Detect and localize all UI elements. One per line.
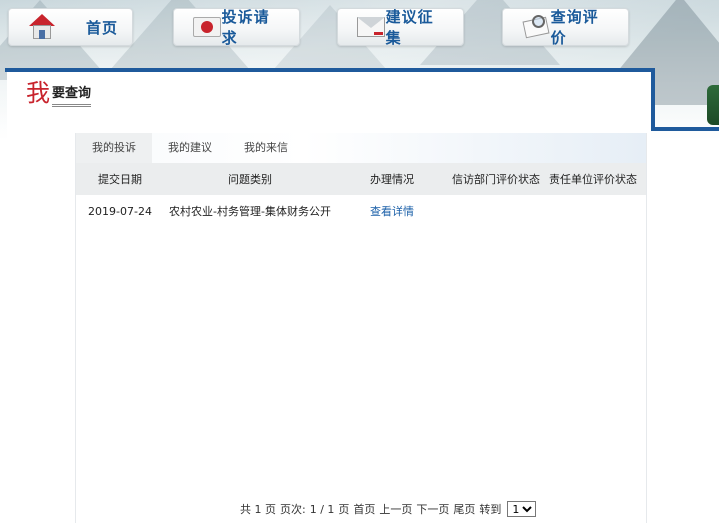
- home-icon: [27, 13, 57, 41]
- query-document-icon: [521, 13, 551, 41]
- pager-first-link[interactable]: 首页: [353, 501, 375, 517]
- tab-my-suggestions[interactable]: 我的建议: [152, 133, 228, 163]
- panel-right-border: [651, 68, 655, 131]
- panel-corner-border: [651, 127, 719, 131]
- pager-next-link[interactable]: 下一页: [416, 501, 449, 517]
- page-select[interactable]: 1: [507, 501, 537, 517]
- nav-home-button[interactable]: 首页: [8, 8, 133, 46]
- nav-query-label: 查询评价: [550, 8, 599, 47]
- pagination: 共 1 页 页次: 1 / 1 页 首页 上一页 下一页 尾页 转到 1: [240, 500, 537, 518]
- page-title-text: 要查询: [52, 82, 92, 107]
- column-header-date: 提交日期: [98, 173, 142, 186]
- table-row: 2019-07-24 农村农业-村务管理-集体财务公开 查看详情: [76, 195, 646, 227]
- tree-decoration: [707, 85, 719, 125]
- pager-prev-link[interactable]: 上一页: [379, 501, 412, 517]
- pager-page-label: 页次:: [280, 503, 306, 516]
- nav-complaint-label: 投诉请求: [221, 8, 270, 47]
- nav-home-label: 首页: [85, 18, 118, 37]
- pager-page-value: 1 / 1: [309, 502, 335, 516]
- column-header-unit-eval: 责任单位评价状态: [549, 173, 637, 186]
- pager-page-unit: 页: [338, 503, 350, 516]
- column-header-status: 办理情况: [370, 173, 414, 186]
- tab-my-complaints[interactable]: 我的投诉: [76, 133, 152, 163]
- view-details-link[interactable]: 查看详情: [336, 203, 448, 219]
- nav-suggestion-label: 建议征集: [385, 8, 434, 47]
- table-header: 提交日期 问题类别 办理情况 信访部门评价状态 责任单位评价状态: [76, 163, 646, 195]
- column-header-petition-eval: 信访部门评价状态: [452, 173, 540, 186]
- column-header-category: 问题类别: [228, 173, 272, 186]
- cell-date: 2019-07-24: [88, 204, 152, 218]
- pager-goto-label: 转到: [479, 503, 502, 516]
- cell-category: 农村农业-村务管理-集体财务公开: [169, 205, 331, 218]
- suggestion-envelope-icon: [356, 13, 386, 41]
- nav-query-button[interactable]: 查询评价: [502, 8, 629, 47]
- pager-total: 共 1 页: [240, 503, 276, 516]
- pager-last-link[interactable]: 尾页: [453, 501, 475, 517]
- tab-bar: 我的投诉 我的建议 我的来信: [76, 133, 646, 163]
- tab-my-letters[interactable]: 我的来信: [228, 133, 304, 163]
- nav-suggestion-button[interactable]: 建议征集: [337, 8, 464, 47]
- query-card: 我的投诉 我的建议 我的来信 提交日期 问题类别 办理情况 信访部门评价状态 责…: [75, 133, 647, 523]
- page-title: 我 要查询: [26, 79, 92, 107]
- nav-complaint-button[interactable]: 投诉请求: [173, 8, 300, 47]
- complaint-envelope-icon: [192, 13, 222, 41]
- page-title-big-char: 我: [26, 79, 50, 107]
